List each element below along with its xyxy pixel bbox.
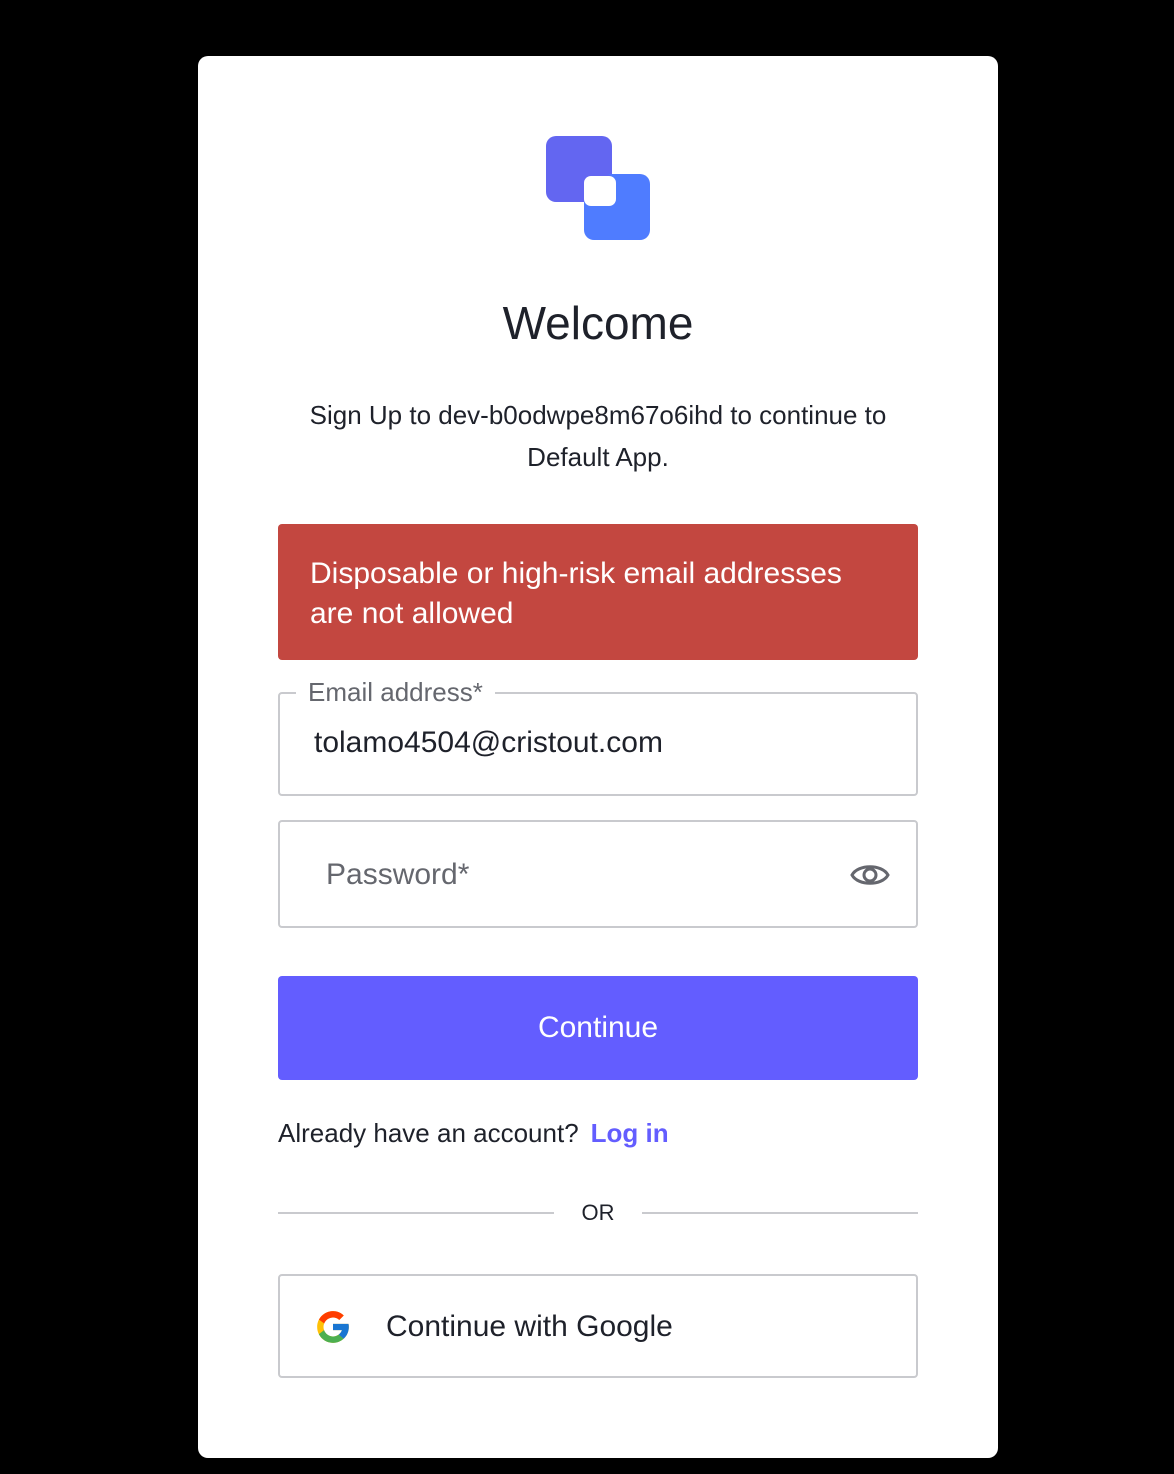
continue-button-label: Continue: [537, 1011, 659, 1044]
account-prompt-text: Already have an account?: [278, 1118, 579, 1148]
page-title: Welcome: [502, 297, 694, 349]
continue-button[interactable]: Continue: [278, 976, 918, 1080]
divider-right: [642, 1212, 918, 1214]
password-field[interactable]: Password*: [278, 820, 918, 928]
email-field[interactable]: Email address* tolamo4504@cristout.com: [278, 674, 918, 796]
signup-card: Welcome Sign Up to dev-b0odwpe8m67o6ihd …: [198, 56, 998, 1458]
error-message: Disposable or high-risk email addresses …: [310, 557, 842, 630]
app-logo: [546, 136, 650, 240]
google-button-label: Continue with Google: [386, 1310, 673, 1343]
login-link[interactable]: Log in: [591, 1118, 669, 1148]
or-separator: OR: [581, 1200, 615, 1225]
eye-icon[interactable]: [850, 858, 890, 892]
divider-left: [278, 1212, 554, 1214]
google-button[interactable]: Continue with Google: [278, 1274, 918, 1378]
login-prompt: Already have an account? Log in: [278, 1118, 669, 1149]
page-subtitle: Sign Up to dev-b0odwpe8m67o6ihd to conti…: [309, 400, 887, 472]
email-label: Email address*: [296, 674, 495, 710]
google-icon: [317, 1311, 349, 1343]
error-banner: Disposable or high-risk email addresses …: [278, 524, 918, 660]
password-input[interactable]: Password*: [326, 858, 469, 892]
email-input[interactable]: tolamo4504@cristout.com: [314, 726, 663, 760]
